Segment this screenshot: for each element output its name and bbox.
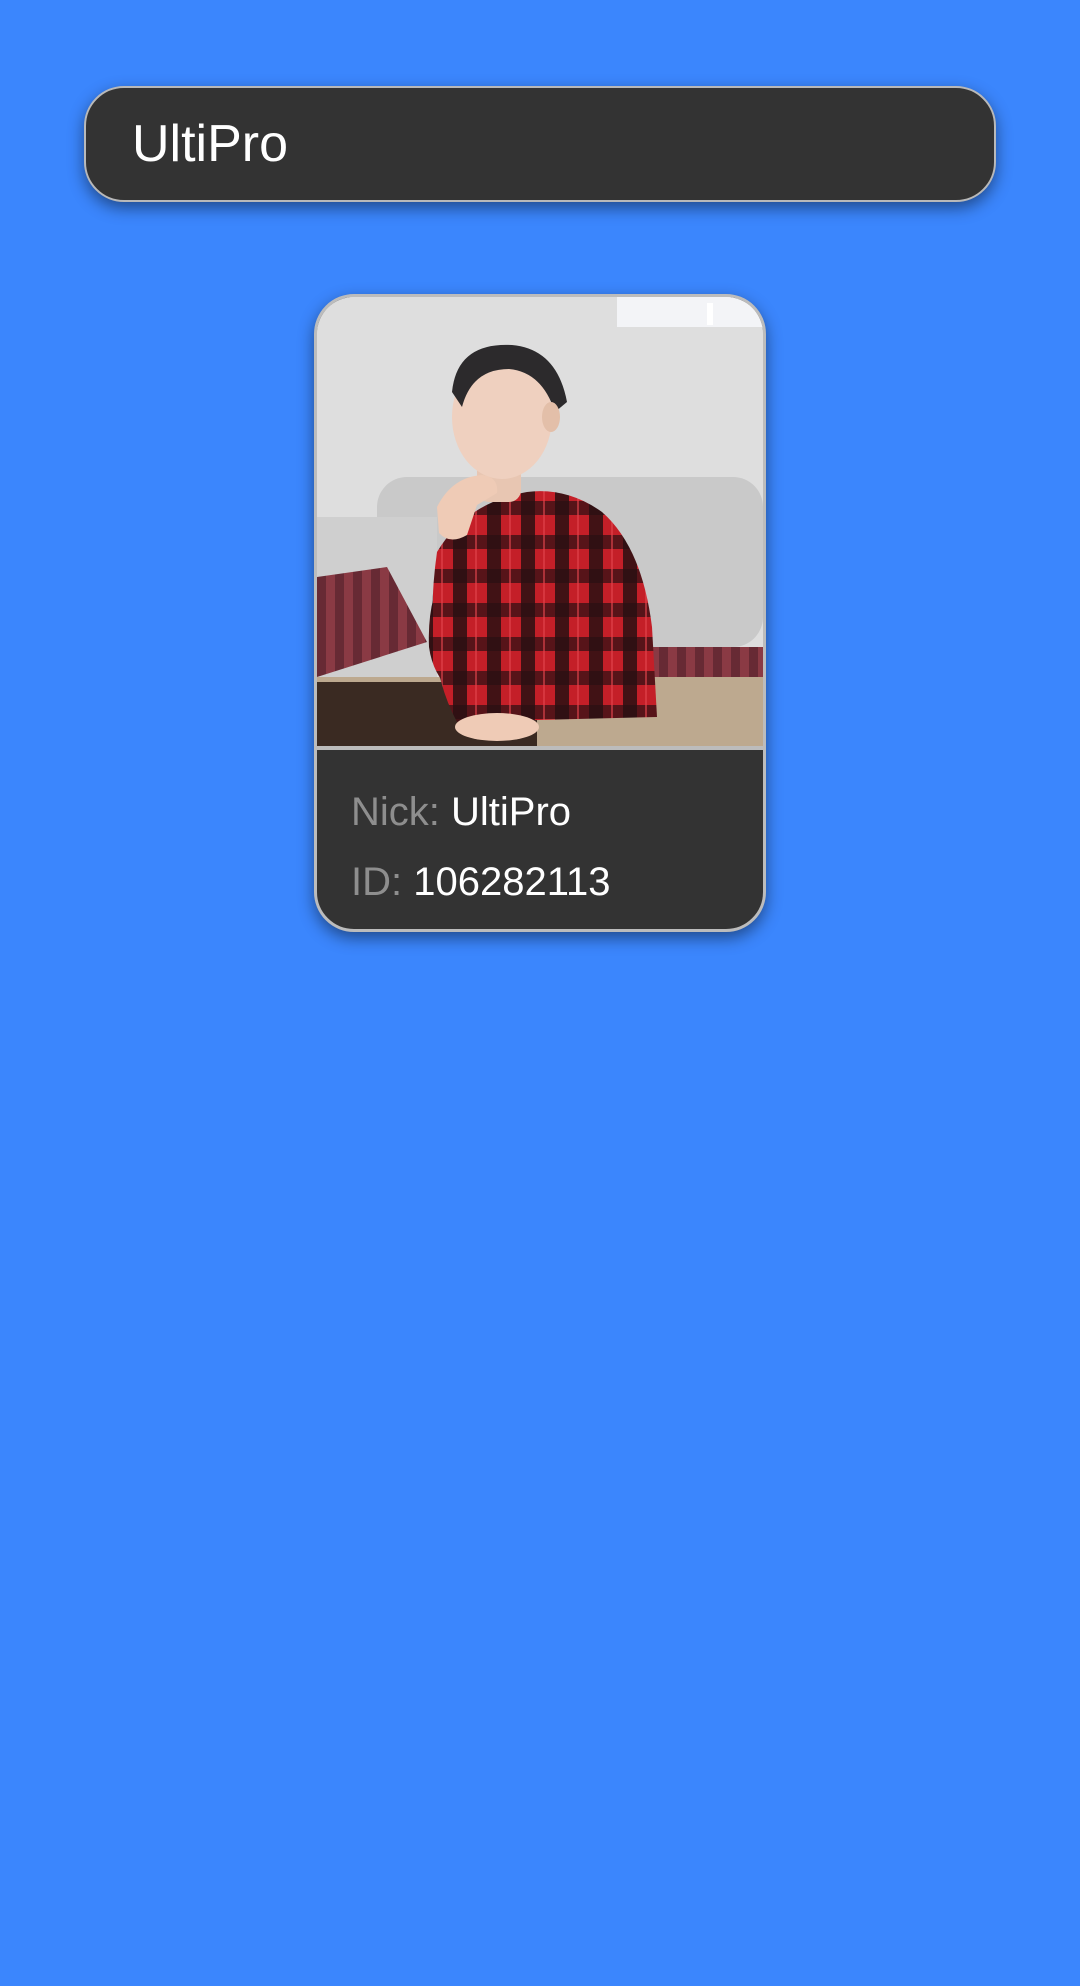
id-row: ID: 106282113 <box>351 847 743 917</box>
profile-card[interactable]: Nick: UltiPro ID: 106282113 <box>314 294 766 932</box>
nick-row: Nick: UltiPro <box>351 777 743 847</box>
nick-label: Nick: <box>351 790 440 834</box>
id-label: ID: <box>351 860 403 904</box>
profile-photo <box>317 297 763 746</box>
user-photo-icon <box>317 297 763 746</box>
nick-value: UltiPro <box>451 790 572 834</box>
id-value: 106282113 <box>413 860 611 904</box>
search-bar[interactable]: UltiPro <box>84 86 996 202</box>
profile-info: Nick: UltiPro ID: 106282113 <box>351 777 743 917</box>
search-query-text: UltiPro <box>132 115 289 173</box>
photo-divider <box>317 746 763 750</box>
